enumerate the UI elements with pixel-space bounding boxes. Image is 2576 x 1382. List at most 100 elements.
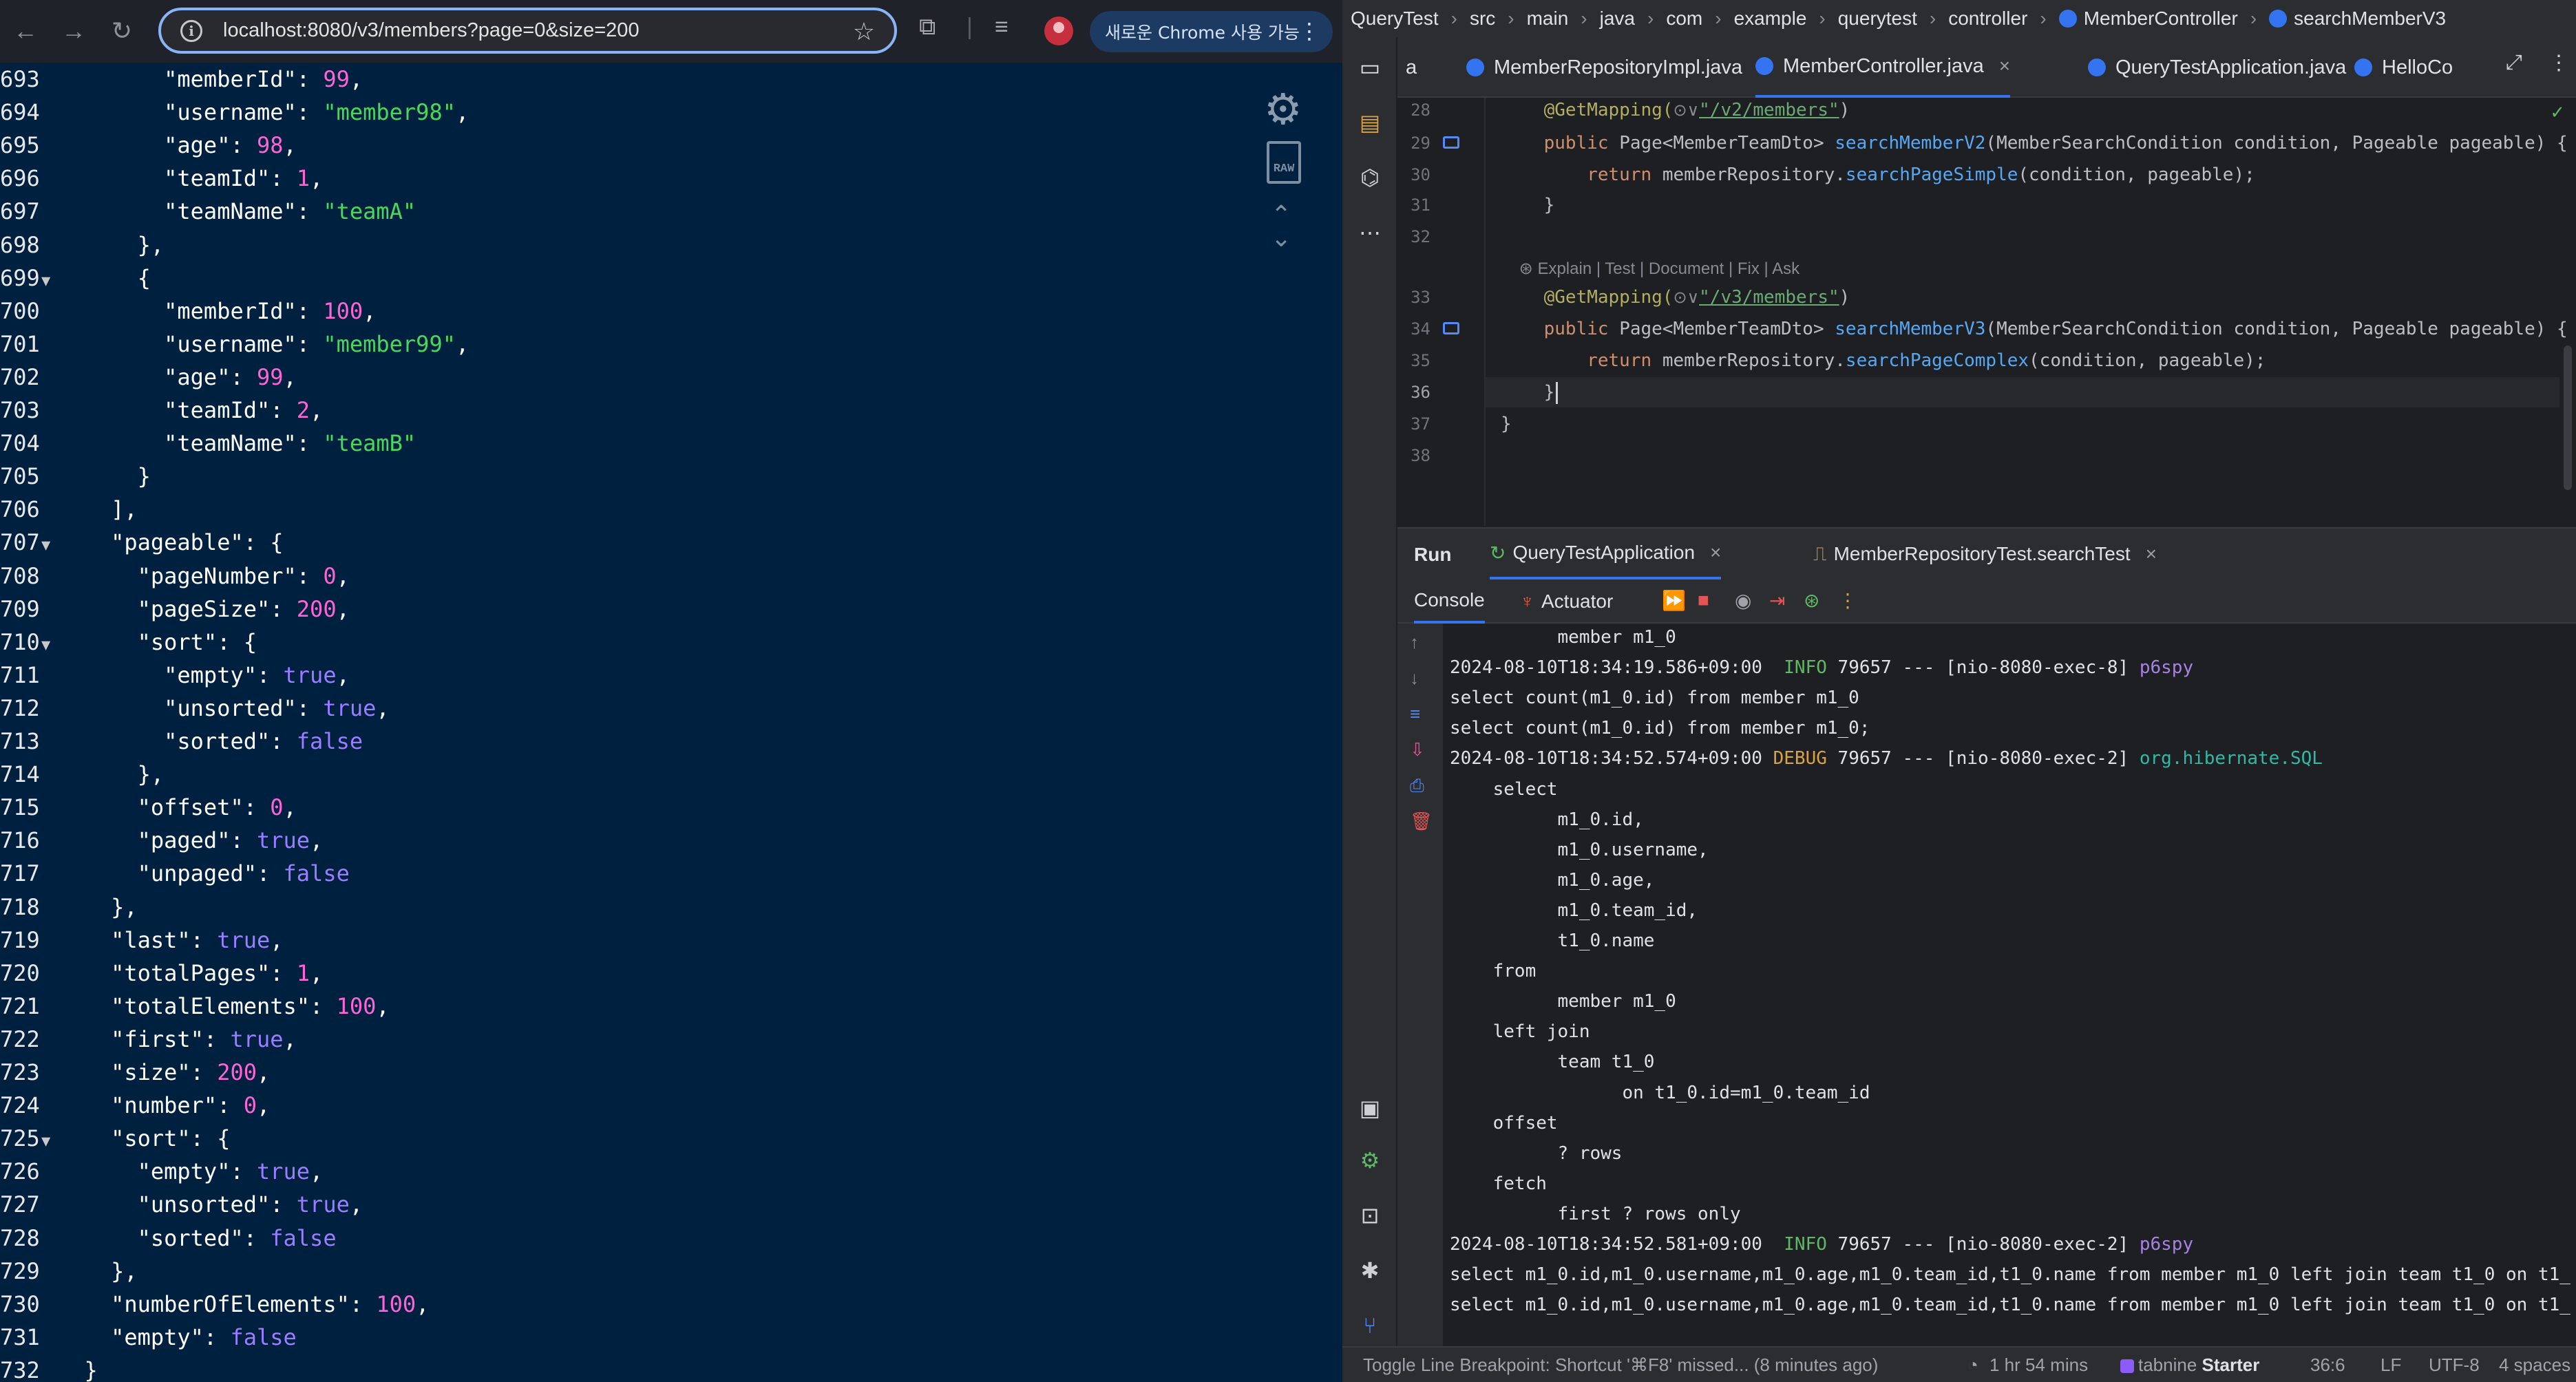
- run-tab-searchtest[interactable]: ⎍ MemberRepositoryTest.searchTest ×: [1813, 529, 2157, 580]
- tabnine-widget[interactable]: tabnine Starter: [2120, 1354, 2259, 1376]
- console-tab[interactable]: Console: [1414, 580, 1485, 624]
- reload-icon[interactable]: ↻: [105, 14, 139, 48]
- code-line[interactable]: return memberRepository.searchPageComple…: [1501, 346, 2575, 376]
- gutter-line-number[interactable]: [1397, 253, 1479, 284]
- fold-toggle-icon[interactable]: ▼: [41, 529, 58, 562]
- extensions-icon[interactable]: ⧉: [919, 14, 936, 41]
- code-line[interactable]: @GetMapping(⊙∨"/v3/members"): [1501, 282, 2575, 312]
- debug-tool-icon[interactable]: ⌬: [1355, 162, 1385, 193]
- gutter-line-number[interactable]: 30: [1397, 160, 1479, 190]
- fold-toggle-icon[interactable]: ▼: [41, 265, 58, 298]
- code-line[interactable]: return memberRepository.searchPageSimple…: [1501, 160, 2575, 190]
- inspection-ok-icon[interactable]: ✓: [2550, 102, 2565, 123]
- close-icon[interactable]: ×: [2146, 543, 2157, 565]
- inline-hint[interactable]: ⊙∨: [1673, 101, 1699, 120]
- clear-console-icon[interactable]: 🗑: [1410, 811, 1433, 832]
- gutter-line-number[interactable]: 33: [1397, 282, 1479, 312]
- exit-icon[interactable]: ⇥: [1769, 589, 1785, 612]
- editor-scrollbar[interactable]: [2564, 346, 2572, 490]
- indent-setting[interactable]: 4 spaces: [2499, 1354, 2570, 1376]
- console-log-tag[interactable]: p6spy: [2140, 1234, 2193, 1255]
- raw-view-button[interactable]: RAW: [1267, 141, 1301, 184]
- breadcrumb-item[interactable]: src: [1470, 8, 1495, 30]
- editor-tab[interactable]: HelloCo: [2354, 37, 2453, 98]
- gutter-line-number[interactable]: 32: [1397, 222, 1479, 252]
- line-gutter[interactable]: 28 29 30 31 32 33 34 35 36 37 38: [1397, 98, 1486, 526]
- console-log-tag[interactable]: org.hibernate.SQL: [2140, 748, 2323, 769]
- settings-gear-icon[interactable]: ⚙: [1355, 1145, 1385, 1176]
- inline-hint[interactable]: ⊛ Explain | Test | Document | Fix | Ask: [1501, 259, 1799, 278]
- status-time[interactable]: 1 hr 54 mins: [1989, 1354, 2088, 1376]
- run-tab-querytestapplication[interactable]: ↻ QueryTestApplication ×: [1490, 529, 1722, 580]
- run-more-icon[interactable]: ⋮: [1838, 589, 1857, 612]
- print-icon[interactable]: ⎙: [1410, 775, 1424, 797]
- forward-icon[interactable]: →: [56, 14, 91, 48]
- gutter-line-number[interactable]: 35: [1397, 346, 1479, 376]
- url-text[interactable]: localhost:8080/v3/members?page=0&size=20…: [223, 19, 640, 42]
- caret-position[interactable]: 36:6: [2310, 1354, 2345, 1376]
- gutter-line-number[interactable]: 34: [1397, 314, 1479, 344]
- close-icon[interactable]: ×: [1999, 55, 2010, 77]
- breadcrumb-item[interactable]: MemberController: [2084, 8, 2238, 30]
- profile-avatar[interactable]: [1044, 17, 1073, 45]
- gutter-line-number[interactable]: 37: [1397, 409, 1479, 439]
- inline-hint[interactable]: ⊙∨: [1673, 288, 1699, 307]
- stop-icon[interactable]: ■: [1698, 589, 1709, 611]
- code-line[interactable]: }: [1501, 409, 2575, 439]
- actuator-tab[interactable]: ♆ Actuator: [1520, 580, 1613, 624]
- git-tool-icon[interactable]: ⑂: [1355, 1310, 1385, 1341]
- breadcrumb-item[interactable]: com: [1666, 8, 1702, 30]
- console-log-tag[interactable]: p6spy: [2140, 657, 2193, 678]
- gutter-line-number[interactable]: 38: [1397, 440, 1479, 471]
- status-message[interactable]: Toggle Line Breakpoint: Shortcut '⌘F8' m…: [1363, 1354, 1878, 1376]
- editor-tab[interactable]: a: [1406, 37, 1417, 98]
- breadcrumb-item[interactable]: example: [1734, 8, 1807, 30]
- database-tool-icon[interactable]: ▣: [1355, 1093, 1385, 1123]
- address-bar[interactable]: i localhost:8080/v3/members?page=0&size=…: [158, 8, 897, 54]
- back-icon[interactable]: ←: [8, 14, 43, 48]
- gutter-line-number[interactable]: 28: [1397, 95, 1479, 125]
- code-line[interactable]: @GetMapping(⊙∨"/v2/members"): [1501, 95, 2575, 125]
- code-line[interactable]: [1501, 440, 2575, 471]
- project-tool-icon[interactable]: ▭: [1355, 52, 1385, 83]
- maximize-icon[interactable]: ⤢: [2506, 51, 2522, 74]
- tabs-more-icon[interactable]: ⋮: [2548, 51, 2569, 75]
- structure-tool-icon[interactable]: ▤: [1355, 107, 1385, 138]
- soft-wrap-icon[interactable]: ≡: [1410, 703, 1420, 725]
- editor-tab[interactable]: MemberController.java ×: [1755, 37, 2011, 98]
- more-tools-icon[interactable]: ⋯: [1355, 217, 1385, 248]
- code-line[interactable]: public Page<MemberTeamDto> searchMemberV…: [1501, 314, 2575, 344]
- terminal-tool-icon[interactable]: ⊡: [1355, 1200, 1385, 1231]
- coverage-icon[interactable]: ⊛: [1804, 589, 1819, 612]
- site-info-icon[interactable]: i: [180, 19, 202, 42]
- editor-tab[interactable]: MemberRepositoryImpl.java: [1466, 37, 1742, 98]
- chrome-update-button[interactable]: 새로운 Chrome 사용 가능 ⋮: [1090, 11, 1333, 52]
- scroll-up-icon[interactable]: ↑: [1410, 632, 1419, 653]
- gutter-line-number[interactable]: 36: [1397, 377, 1479, 407]
- rerun-icon[interactable]: ⏩: [1662, 589, 1686, 612]
- line-separator[interactable]: LF: [2380, 1354, 2401, 1376]
- fold-toggle-icon[interactable]: ▼: [41, 629, 58, 662]
- gutter-line-number[interactable]: 29: [1397, 128, 1479, 158]
- editor-tab[interactable]: QueryTestApplication.java: [2088, 37, 2346, 98]
- console-output[interactable]: member m1_0 2024-08-10T18:34:19.586+09:00…: [1450, 626, 2576, 1348]
- bookmark-star-icon[interactable]: ☆: [853, 17, 875, 46]
- breadcrumb-item[interactable]: querytest: [1838, 8, 1917, 30]
- gutter-line-number[interactable]: 31: [1397, 190, 1479, 220]
- endpoint-marker-icon[interactable]: [1443, 322, 1459, 334]
- collapse-expand-icon[interactable]: ⌃ ⌄: [1271, 202, 1291, 251]
- screenshot-icon[interactable]: ◉: [1735, 589, 1751, 612]
- fold-toggle-icon[interactable]: ▼: [41, 1125, 58, 1158]
- breadcrumb-item[interactable]: main: [1527, 8, 1569, 30]
- media-icon[interactable]: ≡: [995, 14, 1009, 41]
- code-line[interactable]: ⊛ Explain | Test | Document | Fix | Ask: [1501, 253, 2575, 284]
- file-encoding[interactable]: UTF-8: [2429, 1354, 2480, 1376]
- close-icon[interactable]: ×: [1710, 542, 1721, 564]
- breadcrumb-item[interactable]: searchMemberV3: [2294, 8, 2446, 30]
- code-line[interactable]: [1501, 222, 2575, 252]
- breadcrumb-item[interactable]: QueryTest: [1351, 8, 1439, 30]
- more-menu-icon[interactable]: ⋮: [1298, 18, 1320, 44]
- code-editor[interactable]: 28 29 30 31 32 33 34 35 36 37 38 @GetMapping(⊙∨"/v…: [1397, 98, 2576, 526]
- code-line[interactable]: public Page<MemberTeamDto> searchMemberV…: [1501, 128, 2575, 158]
- scroll-to-end-icon[interactable]: ⇩: [1410, 739, 1425, 761]
